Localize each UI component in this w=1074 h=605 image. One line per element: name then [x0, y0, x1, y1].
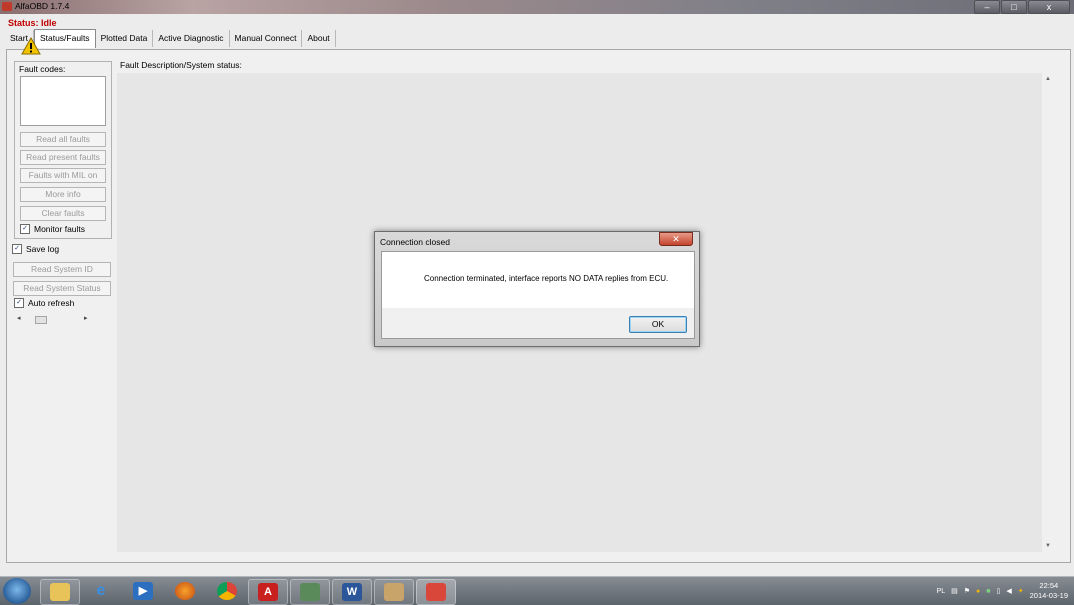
auto-refresh-checkbox[interactable]: ✓ Auto refresh	[14, 298, 74, 308]
taskbar-chrome[interactable]	[208, 579, 246, 603]
ok-button[interactable]: OK	[629, 316, 687, 333]
clock-date: 2014-03-19	[1029, 591, 1068, 600]
language-indicator[interactable]: PL	[937, 588, 946, 595]
checkbox-checked-icon: ✓	[12, 244, 22, 254]
word-icon: W	[342, 583, 362, 601]
scroll-up-icon[interactable]: ▲	[1045, 76, 1051, 82]
window-controls: – □ x	[973, 0, 1070, 14]
taskbar-firefox[interactable]	[166, 579, 204, 603]
read-present-faults-button[interactable]: Read present faults	[20, 150, 106, 165]
checkbox-checked-icon: ✓	[20, 224, 30, 234]
read-system-id-button[interactable]: Read System ID	[13, 262, 111, 277]
acrobat-icon: A	[258, 583, 278, 601]
auto-refresh-label: Auto refresh	[28, 298, 75, 308]
taskbar-media-player[interactable]: ▶	[124, 579, 162, 603]
save-log-label: Save log	[26, 244, 60, 254]
taskbar: e ▶ A W PL ▤ ⚑ ● ■ ▯ ◀ ✦ 22:54 2014-03-1…	[0, 576, 1074, 605]
more-info-button[interactable]: More info	[20, 187, 106, 202]
description-scrollbar[interactable]: ▲ ▼	[1042, 73, 1054, 552]
internet-explorer-icon: e	[96, 582, 106, 599]
window-title: AlfaOBD 1.7.4	[15, 1, 70, 11]
alfaobd-icon	[426, 583, 446, 601]
taskbar-acrobat[interactable]: A	[248, 579, 288, 605]
title-bar: AlfaOBD 1.7.4 – □ x	[0, 0, 1074, 14]
monitor-faults-label: Monitor faults	[34, 224, 86, 234]
taskbar-file-explorer[interactable]	[40, 579, 80, 605]
start-button[interactable]	[3, 578, 31, 604]
firefox-icon	[175, 582, 195, 600]
checkbox-checked-icon: ✓	[14, 298, 24, 308]
scroll-right-icon[interactable]: ▸	[84, 314, 88, 322]
dialog-message: Connection terminated, interface reports…	[424, 274, 669, 283]
volume-icon[interactable]: ◀	[1006, 587, 1011, 595]
tab-plotted-data[interactable]: Plotted Data	[96, 30, 154, 47]
minimize-button[interactable]: –	[974, 0, 1000, 14]
status-text: Status: Idle	[8, 18, 57, 28]
read-system-status-button[interactable]: Read System Status	[13, 281, 111, 296]
fault-description-label: Fault Description/System status:	[120, 60, 242, 70]
clear-faults-button[interactable]: Clear faults	[20, 206, 106, 221]
keyboard-icon[interactable]: ▤	[951, 587, 958, 595]
tray-app-icon[interactable]: ●	[976, 588, 980, 595]
dialog-close-button[interactable]: ✕	[659, 232, 693, 246]
slider-thumb[interactable]	[35, 316, 47, 324]
chrome-icon	[217, 582, 237, 600]
fault-codes-label: Fault codes:	[19, 64, 66, 74]
tray-extra-icon[interactable]: ✦	[1018, 587, 1024, 595]
clock-time: 22:54	[1039, 581, 1059, 590]
warning-icon	[21, 37, 41, 55]
network-app-icon	[300, 583, 320, 601]
refresh-rate-slider[interactable]: ◂ ▸	[14, 314, 92, 324]
taskbar-internet-explorer[interactable]: e	[82, 579, 120, 603]
taskbar-alfaobd[interactable]	[416, 579, 456, 605]
tab-bar: Start Status/Faults Plotted Data Active …	[5, 29, 336, 49]
tab-active-diagnostic[interactable]: Active Diagnostic	[153, 30, 230, 47]
dialog-title: Connection closed	[380, 237, 450, 247]
action-center-flag-icon[interactable]: ⚑	[964, 587, 970, 595]
close-button[interactable]: x	[1028, 0, 1070, 14]
faults-with-mil-button[interactable]: Faults with MIL on	[20, 168, 106, 183]
tab-status-faults[interactable]: Status/Faults	[33, 29, 96, 48]
tab-about[interactable]: About	[302, 30, 336, 47]
clock[interactable]: 22:54 2014-03-19	[1030, 581, 1068, 601]
monitor-faults-checkbox[interactable]: ✓ Monitor faults	[20, 224, 85, 234]
fault-codes-list[interactable]	[20, 76, 106, 126]
read-all-faults-button[interactable]: Read all faults	[20, 132, 106, 147]
taskbar-paint[interactable]	[374, 579, 414, 605]
scroll-down-icon[interactable]: ▼	[1045, 543, 1051, 549]
alfaobd-app-icon	[2, 2, 12, 11]
save-log-checkbox[interactable]: ✓ Save log	[12, 244, 59, 254]
taskbar-network-app[interactable]	[290, 579, 330, 605]
scroll-left-icon[interactable]: ◂	[17, 314, 21, 322]
paint-icon	[384, 583, 404, 601]
system-tray: PL ▤ ⚑ ● ■ ▯ ◀ ✦ 22:54 2014-03-19	[937, 579, 1068, 603]
tray-green-icon[interactable]: ■	[986, 588, 990, 595]
file-explorer-icon	[50, 583, 70, 601]
tab-manual-connect[interactable]: Manual Connect	[230, 30, 303, 47]
maximize-button[interactable]: □	[1001, 0, 1027, 14]
battery-icon[interactable]: ▯	[997, 587, 1001, 595]
media-player-icon: ▶	[133, 582, 153, 600]
taskbar-word[interactable]: W	[332, 579, 372, 605]
